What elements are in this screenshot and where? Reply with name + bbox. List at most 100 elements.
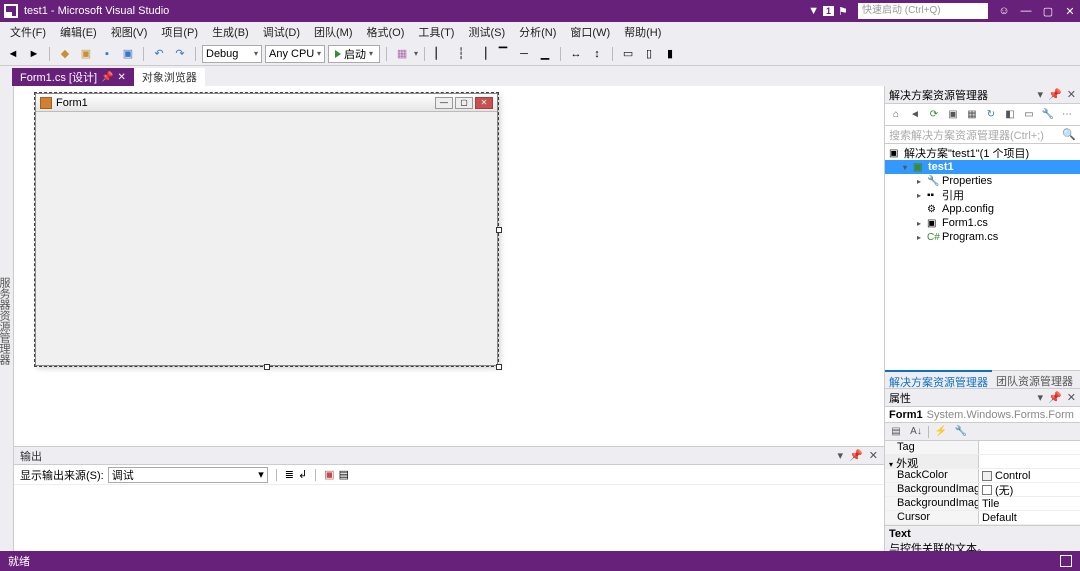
- sol-wrench-icon[interactable]: 🔧: [1040, 107, 1056, 123]
- align-rights[interactable]: ▕: [473, 45, 491, 63]
- form-design-frame[interactable]: Form1 — ▢ ✕: [34, 92, 499, 367]
- prop-row[interactable]: Tag: [885, 441, 1080, 455]
- close-button[interactable]: ✕: [1064, 5, 1076, 17]
- sol-pin-icon[interactable]: 📌: [1048, 88, 1062, 101]
- align-lefts[interactable]: ▏: [431, 45, 449, 63]
- platform-dropdown[interactable]: Any CPU▾: [265, 45, 325, 63]
- prop-backcolor[interactable]: BackColorControl: [885, 469, 1080, 483]
- menu-analyze[interactable]: 分析(N): [513, 22, 562, 42]
- resize-handle-right[interactable]: [496, 227, 502, 233]
- output-toggle-wrap-button[interactable]: ↲: [298, 468, 307, 481]
- bring-front[interactable]: ▯: [640, 45, 658, 63]
- tab-team-explorer[interactable]: 团队资源管理器: [992, 371, 1077, 388]
- align-bottoms[interactable]: ▁: [536, 45, 554, 63]
- redo-button[interactable]: ↷: [171, 45, 189, 63]
- status-pub-icon[interactable]: [1060, 555, 1072, 567]
- output-dropdown-chev[interactable]: ▾: [838, 449, 844, 462]
- expand-icon[interactable]: ▾: [903, 163, 913, 172]
- output-pin-icon[interactable]: 📌: [849, 449, 863, 462]
- nav-back-button[interactable]: ◄: [4, 45, 22, 63]
- solution-explorer-header[interactable]: 解决方案资源管理器 ▾📌✕: [885, 86, 1080, 104]
- tree-properties-node[interactable]: ▸🔧Properties: [885, 174, 1080, 188]
- tree-project-node[interactable]: ▾▣test1: [885, 160, 1080, 174]
- props-pages-button[interactable]: 🔧: [953, 424, 969, 440]
- sol-sync-button[interactable]: ⟳: [926, 107, 942, 123]
- menu-tools[interactable]: 工具(T): [412, 22, 460, 42]
- props-categorized-button[interactable]: ▤: [888, 424, 904, 440]
- start-debug-button[interactable]: 启动 ▾: [328, 45, 380, 63]
- tab-solution-explorer[interactable]: 解决方案资源管理器: [885, 370, 992, 388]
- output-source-dropdown[interactable]: 调试▾: [108, 467, 268, 483]
- props-dropdown-chev[interactable]: ▾: [1038, 391, 1044, 404]
- open-file-button[interactable]: ▣: [77, 45, 95, 63]
- form-close-button[interactable]: ✕: [475, 97, 493, 109]
- solution-tree[interactable]: ▣解决方案"test1"(1 个项目) ▾▣test1 ▸🔧Properties…: [885, 144, 1080, 370]
- align-tops[interactable]: ▔: [494, 45, 512, 63]
- config-dropdown[interactable]: Debug▾: [202, 45, 262, 63]
- sol-refresh-button[interactable]: ↻: [983, 107, 999, 123]
- output-clear-button[interactable]: ≣: [285, 468, 294, 481]
- menu-view[interactable]: 视图(V): [105, 22, 154, 42]
- resize-handle-bottom[interactable]: [264, 364, 270, 370]
- form1-window[interactable]: Form1 — ▢ ✕: [35, 93, 498, 366]
- sol-properties-button[interactable]: ◧: [1002, 107, 1018, 123]
- menu-edit[interactable]: 编辑(E): [54, 22, 103, 42]
- nav-fwd-button[interactable]: ►: [25, 45, 43, 63]
- prop-backgroundimagelayout[interactable]: BackgroundImageLayoutTile: [885, 497, 1080, 511]
- feedback-icon[interactable]: ☺: [998, 5, 1010, 17]
- layout-btn-1[interactable]: ▦: [393, 45, 411, 63]
- properties-grid[interactable]: Tag ▾ 外观 BackColorControl BackgroundImag…: [885, 441, 1080, 525]
- quick-launch-input[interactable]: 快速启动 (Ctrl+Q): [858, 3, 988, 19]
- expand-icon[interactable]: ▸: [917, 233, 927, 242]
- menu-window[interactable]: 窗口(W): [564, 22, 616, 42]
- sol-showall-button[interactable]: ▦: [964, 107, 980, 123]
- sol-preview-button[interactable]: ▭: [1021, 107, 1037, 123]
- sol-close-icon[interactable]: ✕: [1067, 88, 1076, 101]
- align-middles[interactable]: ─: [515, 45, 533, 63]
- hspace-equal[interactable]: ↔: [567, 45, 585, 63]
- sol-dropdown-chev[interactable]: ▾: [1038, 88, 1044, 101]
- output-text-area[interactable]: [14, 485, 884, 551]
- menu-build[interactable]: 生成(B): [206, 22, 255, 42]
- tree-solution-node[interactable]: ▣解决方案"test1"(1 个项目): [885, 146, 1080, 160]
- menu-test[interactable]: 测试(S): [462, 22, 511, 42]
- menu-debug[interactable]: 调试(D): [257, 22, 306, 42]
- output-stop-icon[interactable]: ▣: [324, 468, 334, 481]
- properties-header[interactable]: 属性 ▾📌✕: [885, 389, 1080, 407]
- tree-form1cs-node[interactable]: ▸▣Form1.cs: [885, 216, 1080, 230]
- props-alphabetical-button[interactable]: A↓: [908, 424, 924, 440]
- expand-icon[interactable]: ▸: [917, 191, 927, 200]
- maximize-button[interactable]: ▢: [1042, 5, 1054, 17]
- size-to-grid[interactable]: ▭: [619, 45, 637, 63]
- menu-project[interactable]: 项目(P): [155, 22, 204, 42]
- output-header[interactable]: 输出 ▾ 📌 ✕: [14, 447, 884, 465]
- notification-area[interactable]: ▼ 1 ⚑: [808, 5, 850, 17]
- prop-backgroundimage[interactable]: BackgroundImage(无): [885, 483, 1080, 497]
- expand-icon[interactable]: ▸: [917, 177, 927, 186]
- props-pin-icon[interactable]: 📌: [1048, 391, 1062, 404]
- new-project-button[interactable]: ◆: [56, 45, 74, 63]
- save-all-button[interactable]: ▣: [119, 45, 137, 63]
- prop-category-appearance[interactable]: ▾ 外观: [885, 455, 1080, 469]
- output-goto-button[interactable]: ▤: [339, 468, 349, 481]
- tree-references-node[interactable]: ▸▪▪引用: [885, 188, 1080, 202]
- tab-form1-designer[interactable]: Form1.cs [设计] 📌 ✕: [12, 68, 134, 86]
- sol-more-button[interactable]: ⋯: [1059, 107, 1075, 123]
- solution-explorer-search[interactable]: 搜索解决方案资源管理器(Ctrl+;) 🔍: [885, 126, 1080, 144]
- form-designer-surface[interactable]: Form1 — ▢ ✕: [14, 86, 884, 446]
- tree-programcs-node[interactable]: ▸C#Program.cs: [885, 230, 1080, 244]
- form1-client-area[interactable]: [36, 112, 497, 365]
- menu-format[interactable]: 格式(O): [361, 22, 411, 42]
- tab-object-browser[interactable]: 对象浏览器: [134, 68, 205, 86]
- align-centers[interactable]: ┆: [452, 45, 470, 63]
- send-back[interactable]: ▮: [661, 45, 679, 63]
- expand-icon[interactable]: ▸: [917, 219, 927, 228]
- sol-back-button[interactable]: ◄: [907, 107, 923, 123]
- server-explorer-tab[interactable]: 服务器资源管理器: [0, 90, 13, 551]
- pin-icon[interactable]: 📌: [101, 72, 113, 83]
- save-button[interactable]: ▪: [98, 45, 116, 63]
- sol-home-button[interactable]: ⌂: [888, 107, 904, 123]
- output-close-icon[interactable]: ✕: [869, 449, 878, 462]
- menu-help[interactable]: 帮助(H): [618, 22, 667, 42]
- form-maximize-button[interactable]: ▢: [455, 97, 473, 109]
